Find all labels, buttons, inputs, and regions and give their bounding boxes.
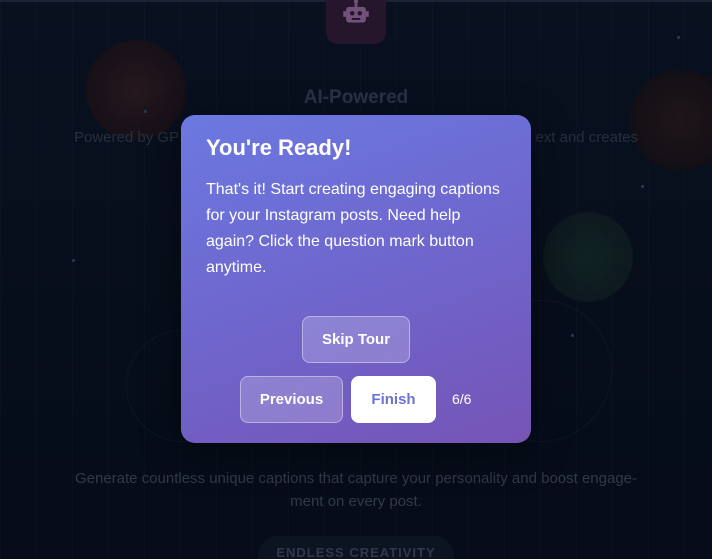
previous-button[interactable]: Previous [240,376,343,423]
tour-body: That's it! Start creating engaging capti… [206,181,500,276]
tour-dialog: You're Ready! That's it! Start creating … [181,115,531,443]
step-counter: 6/6 [452,391,472,407]
skip-tour-button[interactable]: Skip Tour [302,316,410,363]
finish-button[interactable]: Finish [351,376,436,423]
tour-title: You're Ready! [206,135,352,160]
